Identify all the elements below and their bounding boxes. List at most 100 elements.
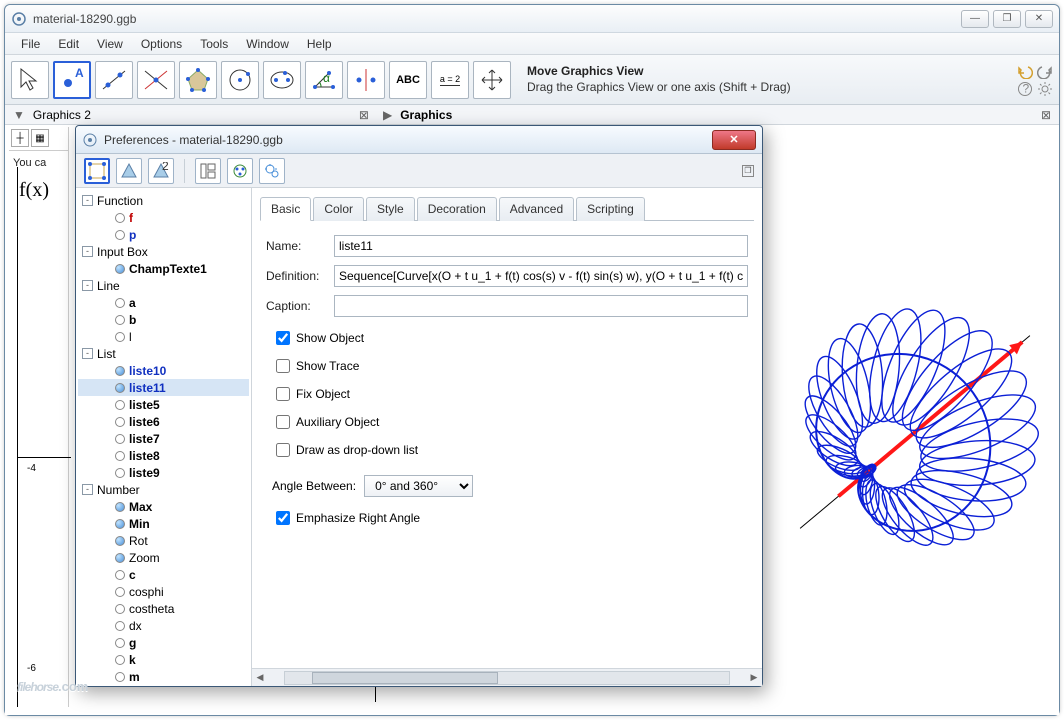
visibility-dot-icon[interactable] (115, 264, 125, 274)
tree-item[interactable]: Min (78, 515, 249, 532)
expand-icon[interactable]: - (82, 484, 93, 495)
panel-graphics2-label[interactable]: Graphics 2 (33, 108, 91, 122)
tab-scripting[interactable]: Scripting (576, 197, 645, 221)
visibility-dot-icon[interactable] (115, 604, 125, 614)
horizontal-scrollbar[interactable]: ◀ ▶ (252, 668, 762, 686)
show-trace-checkbox[interactable] (276, 359, 290, 373)
tree-item[interactable]: Max (78, 498, 249, 515)
tool-point[interactable]: A (53, 61, 91, 99)
tree-item[interactable]: dx (78, 617, 249, 634)
tab-decoration[interactable]: Decoration (417, 197, 497, 221)
graphics2-panel[interactable]: ┼ ▦ You ca f(x) -4 -6 (9, 127, 69, 707)
layout-tab-icon[interactable] (195, 158, 221, 184)
caption-input[interactable] (334, 295, 748, 317)
visibility-dot-icon[interactable] (115, 213, 125, 223)
defaults-tab-icon[interactable] (227, 158, 253, 184)
tree-item[interactable]: a (78, 294, 249, 311)
name-input[interactable] (334, 235, 748, 257)
tool-polygon[interactable] (179, 61, 217, 99)
pin-button[interactable]: ❐ (742, 165, 754, 177)
visibility-dot-icon[interactable] (115, 655, 125, 665)
tree-item[interactable]: f (78, 209, 249, 226)
definition-input[interactable] (334, 265, 748, 287)
graphics-tab-icon[interactable] (116, 158, 142, 184)
tool-slider[interactable]: a = 2 (431, 61, 469, 99)
tree-item[interactable]: liste10 (78, 362, 249, 379)
visibility-dot-icon[interactable] (115, 400, 125, 410)
emphasize-checkbox[interactable] (276, 511, 290, 525)
help-icon[interactable]: ? (1017, 81, 1033, 97)
tree-item[interactable]: Zoom (78, 549, 249, 566)
show-object-checkbox[interactable] (276, 331, 290, 345)
visibility-dot-icon[interactable] (115, 468, 125, 478)
menu-help[interactable]: Help (299, 35, 340, 53)
expand-icon[interactable]: - (82, 348, 93, 359)
tool-ellipse[interactable] (263, 61, 301, 99)
menu-view[interactable]: View (89, 35, 131, 53)
expand-icon[interactable]: - (82, 280, 93, 291)
visibility-dot-icon[interactable] (115, 553, 125, 563)
tree-category[interactable]: -List (78, 345, 249, 362)
menu-window[interactable]: Window (238, 35, 297, 53)
expand-icon[interactable]: - (82, 195, 93, 206)
close-panel-icon[interactable]: ⊠ (359, 108, 369, 122)
scroll-left-icon[interactable]: ◀ (252, 671, 268, 685)
visibility-dot-icon[interactable] (115, 434, 125, 444)
tool-move-view[interactable] (473, 61, 511, 99)
tree-category[interactable]: -Input Box (78, 243, 249, 260)
tab-advanced[interactable]: Advanced (499, 197, 574, 221)
tool-move[interactable] (11, 61, 49, 99)
tree-item[interactable]: c (78, 566, 249, 583)
tree-category[interactable]: -Number (78, 481, 249, 498)
visibility-dot-icon[interactable] (115, 332, 125, 342)
visibility-dot-icon[interactable] (115, 621, 125, 631)
tool-circle[interactable] (221, 61, 259, 99)
tree-item[interactable]: k (78, 651, 249, 668)
tool-line[interactable] (95, 61, 133, 99)
tree-category[interactable]: -Line (78, 277, 249, 294)
visibility-dot-icon[interactable] (115, 383, 125, 393)
objects-tab-icon[interactable] (84, 158, 110, 184)
angle-between-select[interactable]: 0° and 360° (364, 475, 473, 497)
menu-options[interactable]: Options (133, 35, 190, 53)
tree-item[interactable]: m (78, 668, 249, 685)
dialog-close-button[interactable]: ✕ (712, 130, 756, 150)
tree-item[interactable]: Rot (78, 532, 249, 549)
object-tree[interactable]: -Functionfp-Input BoxChampTexte1-Lineabl… (76, 188, 252, 686)
tree-item[interactable]: ChampTexte1 (78, 260, 249, 277)
tree-item[interactable]: liste11 (78, 379, 249, 396)
axes-toggle-icon[interactable]: ┼ (11, 129, 29, 147)
visibility-dot-icon[interactable] (115, 519, 125, 529)
auxiliary-checkbox[interactable] (276, 415, 290, 429)
close-panel2-icon[interactable]: ⊠ (1041, 108, 1051, 122)
tree-item[interactable]: liste7 (78, 430, 249, 447)
tab-style[interactable]: Style (366, 197, 415, 221)
visibility-dot-icon[interactable] (115, 315, 125, 325)
visibility-dot-icon[interactable] (115, 587, 125, 597)
tree-item[interactable]: g (78, 634, 249, 651)
graphics2-tab-icon[interactable]: 2 (148, 158, 174, 184)
visibility-dot-icon[interactable] (115, 298, 125, 308)
close-button[interactable]: ✕ (1025, 10, 1053, 28)
dialog-titlebar[interactable]: Preferences - material-18290.ggb ✕ (76, 126, 762, 154)
visibility-dot-icon[interactable] (115, 417, 125, 427)
titlebar[interactable]: material-18290.ggb — ❐ ✕ (5, 5, 1059, 33)
tree-item[interactable]: p (78, 226, 249, 243)
tree-category[interactable]: -Function (78, 192, 249, 209)
tool-text[interactable]: ABC (389, 61, 427, 99)
visibility-dot-icon[interactable] (115, 638, 125, 648)
tree-item[interactable]: b (78, 311, 249, 328)
tool-reflect[interactable] (347, 61, 385, 99)
visibility-dot-icon[interactable] (115, 672, 125, 682)
expand-icon[interactable]: - (82, 246, 93, 257)
chevron-right-icon[interactable]: ▶ (383, 108, 392, 122)
maximize-button[interactable]: ❐ (993, 10, 1021, 28)
tool-perpendicular[interactable] (137, 61, 175, 99)
tool-angle[interactable]: α (305, 61, 343, 99)
visibility-dot-icon[interactable] (115, 570, 125, 580)
tree-item[interactable]: liste8 (78, 447, 249, 464)
tree-item[interactable]: liste6 (78, 413, 249, 430)
settings-icon[interactable] (1037, 81, 1053, 97)
scroll-thumb[interactable] (312, 672, 498, 684)
tree-item[interactable]: l (78, 328, 249, 345)
